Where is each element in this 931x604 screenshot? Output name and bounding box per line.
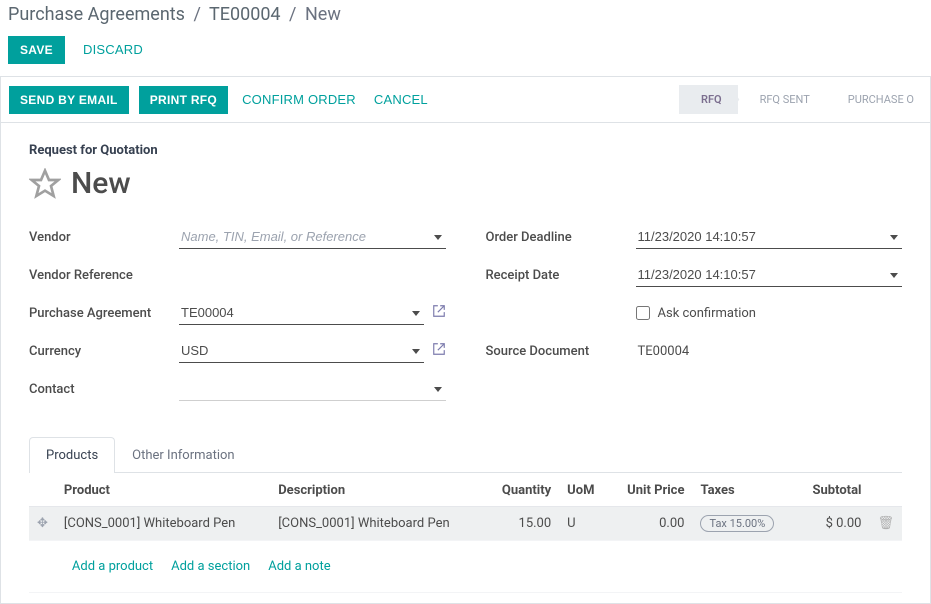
purchase-agreement-input[interactable] (179, 301, 424, 325)
tax-pill: Tax 15.00% (700, 515, 774, 532)
send-by-email-button[interactable]: SEND BY EMAIL (9, 86, 129, 114)
col-taxes: Taxes (692, 473, 795, 507)
stage-rfq-sent[interactable]: RFQ SENT (738, 85, 826, 114)
source-document-value: TE00004 (636, 340, 692, 363)
vendor-reference-label: Vendor Reference (29, 268, 179, 283)
stage-rfq[interactable]: RFQ (679, 85, 738, 114)
save-button[interactable]: SAVE (8, 36, 65, 64)
add-product-link[interactable]: Add a product (72, 559, 153, 574)
external-link-icon[interactable] (432, 304, 446, 322)
col-uom: UoM (559, 473, 609, 507)
ask-confirmation-checkbox[interactable] (636, 306, 650, 320)
cell-unit-price[interactable]: 0.00 (609, 507, 693, 541)
contact-label: Contact (29, 382, 179, 397)
add-note-link[interactable]: Add a note (268, 559, 330, 574)
cell-quantity[interactable]: 15.00 (485, 507, 560, 541)
form-sheet: SEND BY EMAIL PRINT RFQ CONFIRM ORDER CA… (0, 76, 931, 604)
table-row[interactable]: ✥ [CONS_0001] Whiteboard Pen [CONS_0001]… (29, 507, 902, 541)
breadcrumb-root[interactable]: Purchase Agreements (8, 4, 185, 25)
external-link-icon[interactable] (432, 342, 446, 360)
page-title: New (71, 166, 131, 201)
col-product: Product (56, 473, 270, 507)
status-stages: RFQ RFQ SENT PURCHASE O (679, 85, 930, 114)
currency-label: Currency (29, 344, 179, 359)
main-toolbar: SAVE DISCARD (0, 35, 931, 76)
vendor-input[interactable] (179, 225, 446, 249)
currency-input[interactable] (179, 339, 424, 363)
cell-description[interactable]: [CONS_0001] Whiteboard Pen (270, 507, 484, 541)
breadcrumb: Purchase Agreements / TE00004 / New (0, 0, 931, 35)
cell-subtotal: $ 0.00 (795, 507, 869, 541)
breadcrumb-sep: / (289, 4, 296, 25)
statusbar: SEND BY EMAIL PRINT RFQ CONFIRM ORDER CA… (1, 77, 930, 123)
drag-handle-icon[interactable]: ✥ (29, 507, 56, 541)
col-subtotal: Subtotal (795, 473, 869, 507)
contact-input[interactable] (179, 377, 446, 401)
col-description: Description (270, 473, 484, 507)
order-deadline-input[interactable] (636, 225, 903, 249)
col-quantity: Quantity (485, 473, 560, 507)
tabs: Products Other Information (29, 437, 902, 473)
print-rfq-button[interactable]: PRINT RFQ (139, 86, 228, 114)
discard-button[interactable]: DISCARD (79, 35, 147, 64)
section-title: Request for Quotation (29, 143, 902, 158)
ask-confirmation-label: Ask confirmation (658, 306, 757, 321)
purchase-agreement-label: Purchase Agreement (29, 306, 179, 321)
stage-purchase-order[interactable]: PURCHASE O (826, 85, 930, 114)
cell-taxes[interactable]: Tax 15.00% (692, 507, 795, 541)
delete-row-icon[interactable]: 🗑 (869, 507, 902, 541)
tab-other-information[interactable]: Other Information (115, 437, 251, 473)
confirm-order-button[interactable]: CONFIRM ORDER (238, 85, 360, 114)
order-deadline-label: Order Deadline (486, 230, 636, 245)
products-table: Product Description Quantity UoM Unit Pr… (29, 473, 902, 593)
receipt-date-input[interactable] (636, 263, 903, 287)
col-unit-price: Unit Price (609, 473, 693, 507)
tab-products[interactable]: Products (29, 437, 115, 473)
cell-uom[interactable]: U (559, 507, 609, 541)
breadcrumb-current: New (305, 4, 341, 25)
source-document-label: Source Document (486, 344, 636, 359)
vendor-label: Vendor (29, 230, 179, 245)
breadcrumb-sep: / (193, 4, 200, 25)
add-section-link[interactable]: Add a section (171, 559, 250, 574)
breadcrumb-mid[interactable]: TE00004 (209, 4, 281, 25)
cancel-button[interactable]: CANCEL (370, 85, 432, 114)
priority-star-icon[interactable] (29, 168, 61, 200)
cell-product[interactable]: [CONS_0001] Whiteboard Pen (56, 507, 270, 541)
receipt-date-label: Receipt Date (486, 268, 636, 283)
